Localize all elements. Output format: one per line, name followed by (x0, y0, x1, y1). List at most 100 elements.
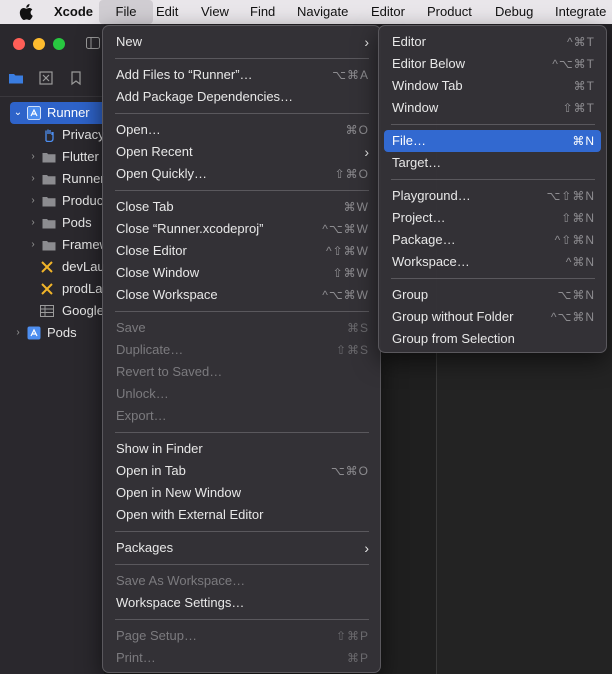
sidebar-toggle-icon[interactable] (86, 36, 100, 50)
menu-file[interactable]: File (99, 0, 153, 24)
menu-view[interactable]: View (193, 0, 237, 24)
shortcut-label: ^⇧⌘N (554, 233, 595, 247)
submenu-item-group[interactable]: Group ⌥⌘N (384, 284, 601, 306)
submenu-item-workspace[interactable]: Workspace… ^⌘N (384, 251, 601, 273)
submenu-item-window[interactable]: Window ⇧⌘T (384, 97, 601, 119)
menu-item-close-workspace[interactable]: Close Workspace ^⌥⌘W (108, 284, 375, 306)
submenu-item-window-tab[interactable]: Window Tab ⌘T (384, 75, 601, 97)
submenu-item-project[interactable]: Project… ⇧⌘N (384, 207, 601, 229)
menu-item-label: Unlock… (116, 386, 169, 401)
menu-item-open-recent[interactable]: Open Recent › (108, 141, 375, 163)
menu-debug[interactable]: Debug (487, 0, 541, 24)
tree-item-flutter[interactable]: › Flutter (0, 146, 104, 168)
menu-item-label: Close “Runner.xcodeproj” (116, 221, 264, 236)
folder-icon (42, 241, 56, 251)
menu-navigate[interactable]: Navigate (289, 0, 356, 24)
menu-item-label: New (116, 34, 143, 49)
menu-item-close-editor[interactable]: Close Editor ^⇧⌘W (108, 240, 375, 262)
menu-item-workspace-settings[interactable]: Workspace Settings… (108, 592, 375, 614)
new-submenu: Editor ^⌘T Editor Below ^⌥⌘T Window Tab … (378, 25, 607, 353)
chevron-down-icon[interactable]: ⌄ (13, 102, 23, 124)
tree-item-devlaunch[interactable]: devLaunch (0, 256, 104, 278)
menu-item-add-package-dependencies[interactable]: Add Package Dependencies… (108, 86, 375, 108)
menu-item-label: Group from Selection (392, 331, 515, 346)
source-control-icon[interactable] (38, 70, 54, 86)
minimize-window-dot[interactable] (33, 38, 45, 50)
chevron-right-icon[interactable]: › (28, 168, 38, 190)
tree-item-label: GoogleService (62, 303, 104, 318)
shortcut-label: ⌘W (343, 200, 369, 214)
tree-item-prodlaunch[interactable]: prodLaunch (0, 278, 104, 300)
project-navigator: ⌄ Runner Privacy › Flutter › Runner › Pr… (0, 24, 104, 674)
menu-item-new[interactable]: New › (108, 31, 375, 53)
tree-item-products[interactable]: › Products (0, 190, 104, 212)
tree-item-googleservice[interactable]: GoogleService (0, 300, 104, 322)
menu-separator (115, 531, 369, 532)
menu-item-label: Package… (392, 232, 456, 247)
menu-item-show-in-finder[interactable]: Show in Finder (108, 438, 375, 460)
chevron-right-icon[interactable]: › (28, 190, 38, 212)
tree-item-pods-project[interactable]: › Pods (0, 322, 104, 344)
menu-bar: Xcode File Edit View Find Navigate Edito… (0, 0, 612, 24)
submenu-item-group-from-selection[interactable]: Group from Selection (384, 328, 601, 350)
menu-item-label: Page Setup… (116, 628, 197, 643)
menu-item-label: Workspace Settings… (116, 595, 245, 610)
menu-item-close-project[interactable]: Close “Runner.xcodeproj” ^⌥⌘W (108, 218, 375, 240)
submenu-item-target[interactable]: Target… (384, 152, 601, 174)
menu-find[interactable]: Find (242, 0, 283, 24)
shortcut-label: ⌘O (345, 123, 369, 137)
tree-item-pods-folder[interactable]: › Pods (0, 212, 104, 234)
menu-item-label: Editor (392, 34, 426, 49)
shortcut-label: ^⌘T (567, 35, 595, 49)
zoom-window-dot[interactable] (53, 38, 65, 50)
menu-separator (115, 190, 369, 191)
tree-item-frameworks[interactable]: › Frameworks (0, 234, 104, 256)
folder-navigator-icon[interactable] (8, 70, 24, 86)
config-icon (41, 283, 53, 295)
menu-item-add-files[interactable]: Add Files to “Runner”… ⌥⌘A (108, 64, 375, 86)
shortcut-label: ^⌘N (565, 255, 595, 269)
menu-product[interactable]: Product (419, 0, 480, 24)
menu-item-label: File… (392, 133, 426, 148)
folder-icon (42, 153, 56, 163)
menu-item-label: Export… (116, 408, 167, 423)
menu-item-print: Print… ⌘P (108, 647, 375, 669)
menu-editor[interactable]: Editor (363, 0, 413, 24)
tree-item-label: Products (62, 193, 104, 208)
menu-separator (391, 278, 595, 279)
shortcut-label: ⇧⌘T (562, 101, 595, 115)
chevron-right-icon[interactable]: › (28, 212, 38, 234)
tree-item-runner-project[interactable]: ⌄ Runner (0, 102, 104, 124)
tree-item-label: Privacy (62, 127, 104, 142)
menu-edit[interactable]: Edit (148, 0, 186, 24)
menu-item-open-in-tab[interactable]: Open in Tab ⌥⌘O (108, 460, 375, 482)
submenu-item-playground[interactable]: Playground… ⌥⇧⌘N (384, 185, 601, 207)
menu-item-open-new-window[interactable]: Open in New Window (108, 482, 375, 504)
submenu-item-file[interactable]: File… ⌘N (384, 130, 601, 152)
tree-item-label: Runner (47, 105, 90, 120)
menu-item-label: Duplicate… (116, 342, 184, 357)
shortcut-label: ^⌥⌘W (322, 288, 369, 302)
close-window-dot[interactable] (13, 38, 25, 50)
menu-item-label: Add Package Dependencies… (116, 89, 294, 104)
chevron-right-icon[interactable]: › (28, 234, 38, 256)
bookmark-icon[interactable] (68, 70, 84, 86)
submenu-item-group-without-folder[interactable]: Group without Folder ^⌥⌘N (384, 306, 601, 328)
apple-logo-icon[interactable] (19, 3, 35, 21)
submenu-item-editor[interactable]: Editor ^⌘T (384, 31, 601, 53)
menu-item-close-tab[interactable]: Close Tab ⌘W (108, 196, 375, 218)
menu-item-close-window[interactable]: Close Window ⇧⌘W (108, 262, 375, 284)
menu-integrate[interactable]: Integrate (547, 0, 612, 24)
submenu-item-package[interactable]: Package… ^⇧⌘N (384, 229, 601, 251)
menu-app-xcode[interactable]: Xcode (46, 0, 101, 24)
chevron-right-icon[interactable]: › (28, 146, 38, 168)
menu-item-open-external-editor[interactable]: Open with External Editor (108, 504, 375, 526)
tree-item-runner-folder[interactable]: › Runner (0, 168, 104, 190)
chevron-right-icon[interactable]: › (13, 322, 23, 344)
submenu-item-editor-below[interactable]: Editor Below ^⌥⌘T (384, 53, 601, 75)
menu-item-open-quickly[interactable]: Open Quickly… ⇧⌘O (108, 163, 375, 185)
tree-item-privacy[interactable]: Privacy (0, 124, 104, 146)
menu-item-open[interactable]: Open… ⌘O (108, 119, 375, 141)
menu-item-packages[interactable]: Packages › (108, 537, 375, 559)
menu-item-label: Show in Finder (116, 441, 203, 456)
